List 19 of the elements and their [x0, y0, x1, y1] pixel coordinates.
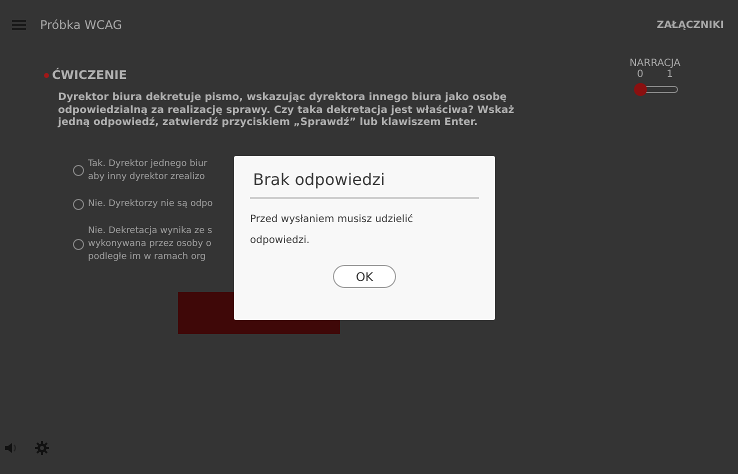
answer-option[interactable]: Nie. Dekretacja wynika ze s wykonywana przez osoby o podległe im w ramach org [88, 224, 212, 264]
narration-label: NARRACJA [629, 58, 681, 69]
answer-option[interactable]: Nie. Dyrektorzy nie są odpo [88, 198, 213, 210]
question-text: Dyrektor biura dekretuje pismo, wskazując dyrektora innego biura jako osobę odpowiedzialną za realizację sprawy. Czy taka dekretacja jest właściwa? Wskaż jedną odpowiedź, zatwierdź przyciskiem „Sprawdź” lub klawiszem Enter. [58, 92, 516, 130]
attachments-link[interactable]: ZAŁĄCZNIKI [656, 20, 724, 30]
ok-button[interactable]: OK [333, 265, 396, 288]
narration-slider[interactable] [634, 83, 678, 96]
dialog-message: Przed wysłaniem musisz udzielić odpowiedzi. [250, 213, 414, 248]
radio-button[interactable] [73, 198, 84, 210]
slider-max-label: 1 [666, 69, 673, 80]
radio-button[interactable] [73, 238, 84, 250]
app-title: Próbka WCAG [40, 18, 122, 32]
bullet-icon [44, 72, 49, 78]
dialog-title: Brak odpowiedzi [252, 170, 386, 189]
radio-button[interactable] [73, 165, 84, 176]
slider-min-label: 0 [637, 69, 644, 80]
exercise-heading: ĆWICZENIE [52, 68, 127, 82]
answer-option[interactable]: Tak. Dyrektor jednego biur aby inny dyrektor zrealizo [88, 158, 208, 184]
slider-thumb[interactable] [634, 83, 647, 96]
